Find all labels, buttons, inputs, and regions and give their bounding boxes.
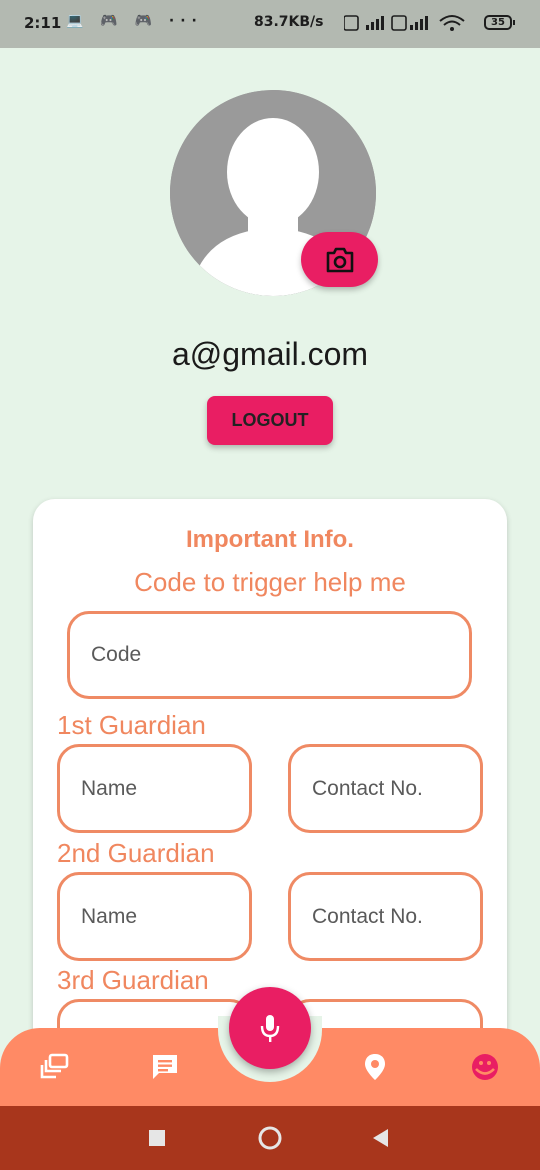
guardian-2-contact-input[interactable] xyxy=(288,872,483,961)
camera-icon xyxy=(326,247,353,272)
guardian-2-name-input[interactable] xyxy=(57,872,252,961)
status-time: 2:11 xyxy=(24,14,62,32)
card-subtitle: Code to trigger help me xyxy=(134,567,406,597)
back-button[interactable] xyxy=(350,1106,410,1170)
gallery-icon[interactable] xyxy=(39,1051,71,1083)
logout-button[interactable]: LOGOUT xyxy=(207,396,333,445)
back-triangle-icon xyxy=(373,1129,388,1147)
mic-button[interactable] xyxy=(229,987,311,1069)
notification-icons: 💻 🎮 🎮 ··· xyxy=(66,13,203,29)
card-title: Important Info. xyxy=(186,526,354,553)
network-speed: 83.7KB/s xyxy=(254,14,324,30)
battery-icon: 35 xyxy=(484,15,515,30)
chat-icon[interactable] xyxy=(149,1051,181,1083)
mic-icon xyxy=(260,1015,280,1042)
location-pin-icon[interactable] xyxy=(359,1051,391,1083)
user-email: a@gmail.com xyxy=(171,336,369,372)
recents-button[interactable] xyxy=(127,1106,187,1170)
guardian-1-name-input[interactable] xyxy=(57,744,252,833)
guardian-2-label: 2nd Guardian xyxy=(57,838,215,868)
guardian-3-label: 3rd Guardian xyxy=(57,965,209,995)
signal-icons xyxy=(343,13,474,37)
signal-strength-icon xyxy=(343,15,465,31)
home-button[interactable] xyxy=(240,1106,300,1170)
change-photo-button[interactable] xyxy=(301,232,378,287)
profile-icon[interactable] xyxy=(469,1051,501,1083)
home-circle-icon xyxy=(258,1126,282,1150)
guardian-1-contact-input[interactable] xyxy=(288,744,483,833)
status-bar: 2:11 💻 🎮 🎮 ··· 83.7KB/s 35 xyxy=(0,0,540,48)
guardian-1-label: 1st Guardian xyxy=(57,710,206,740)
recents-square-icon xyxy=(149,1130,165,1146)
code-input[interactable] xyxy=(67,611,472,699)
system-navigation-bar xyxy=(0,1106,540,1170)
